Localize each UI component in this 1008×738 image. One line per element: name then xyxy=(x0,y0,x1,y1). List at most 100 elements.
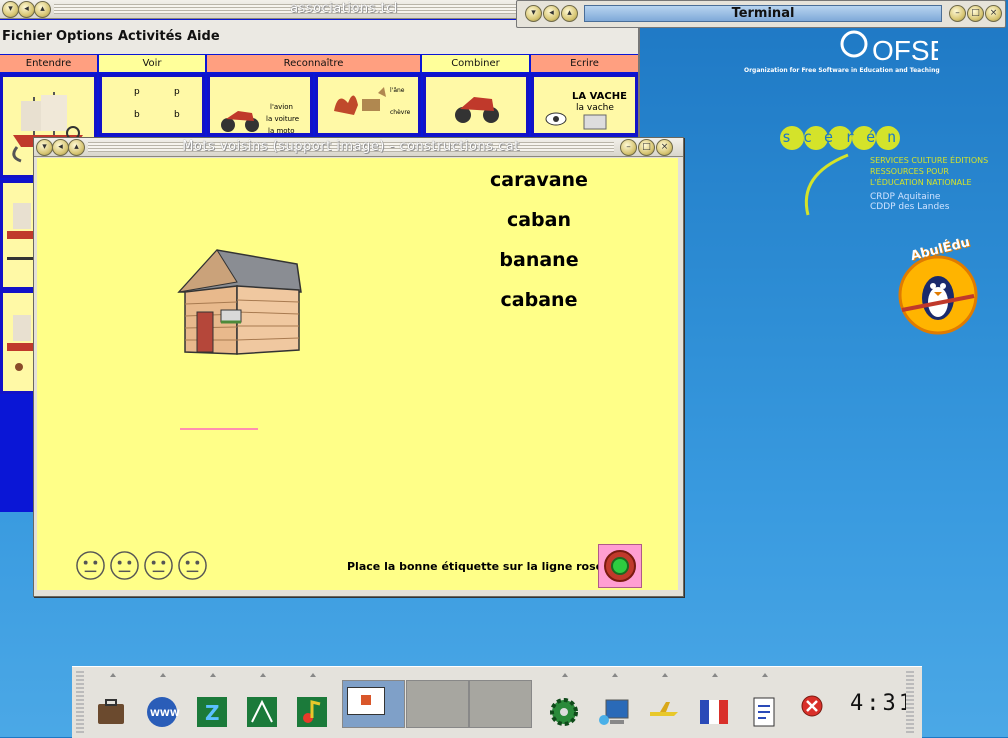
ofset-logo-text: OFSET xyxy=(872,35,938,66)
close-session-icon[interactable] xyxy=(797,691,833,727)
desktop-pager-3[interactable] xyxy=(469,680,532,728)
go-button[interactable] xyxy=(598,544,642,588)
crdp-line: CDDP des Landes xyxy=(870,202,950,212)
card-reconnaitre-vehicles[interactable]: l'avion la voiture la moto xyxy=(207,74,313,136)
pager-app-icon xyxy=(361,695,371,705)
launcher-arrow-icon[interactable] xyxy=(260,673,266,677)
shade-up-icon[interactable]: ▴ xyxy=(68,139,85,156)
instruction-text: Place la bonne étiquette sur la ligne ro… xyxy=(347,560,608,573)
tool-arrow-icon[interactable] xyxy=(612,673,618,677)
svg-text:Z: Z xyxy=(205,701,220,725)
panel-handle[interactable] xyxy=(76,671,84,733)
launcher-arrow-icon[interactable] xyxy=(160,673,166,677)
card-combiner[interactable] xyxy=(423,74,529,136)
taskbar: WWW Z 4:31 xyxy=(72,666,922,738)
card-reconnaitre-animals[interactable]: l'âne chèvre xyxy=(315,74,421,136)
tool-arrow-icon[interactable] xyxy=(562,673,568,677)
maximize-icon[interactable]: □ xyxy=(638,139,655,156)
network-computer-icon[interactable] xyxy=(596,694,632,730)
gear-icon[interactable] xyxy=(546,694,582,730)
dialog-title: Mots voisins (support image) - construct… xyxy=(182,139,520,154)
ofset-logo-mark: OFSET xyxy=(840,30,965,66)
menu-down-icon[interactable]: ▾ xyxy=(36,139,53,156)
shade-up-icon[interactable]: ▴ xyxy=(34,1,51,18)
ofset-tagline: Organization for Free Software in Educat… xyxy=(744,67,940,74)
menu-activites[interactable]: Activités xyxy=(118,29,182,44)
back-icon[interactable]: ◂ xyxy=(543,5,560,22)
back-icon[interactable]: ◂ xyxy=(18,1,35,18)
farm-animals-icon xyxy=(334,87,386,115)
card-left-3[interactable] xyxy=(0,290,36,394)
terminal-title: Terminal xyxy=(584,5,942,22)
traffic-light-icon xyxy=(604,550,636,582)
vehicle-label: l'avion xyxy=(270,103,293,111)
svg-text:WWW: WWW xyxy=(150,709,180,719)
word-label[interactable]: banane xyxy=(464,249,614,271)
tab-reconnaitre[interactable]: Reconnaître xyxy=(207,55,420,72)
abuledu-logo: AbulÉdu xyxy=(898,235,978,336)
tool-arrow-icon[interactable] xyxy=(762,673,768,677)
graphics-icon[interactable] xyxy=(244,694,280,730)
launcher-arrow-icon[interactable] xyxy=(310,673,316,677)
exercise-area: caravane caban banane cabane Place la bo… xyxy=(37,158,678,590)
sceren-line: L'ÉDUCATION NATIONALE xyxy=(870,178,972,187)
dialog-titlebar[interactable]: ▾ ◂ ▴ Mots voisins (support image) - con… xyxy=(34,138,683,157)
tool-arrow-icon[interactable] xyxy=(662,673,668,677)
launcher-arrow-icon[interactable] xyxy=(110,673,116,677)
music-icon[interactable] xyxy=(294,694,330,730)
voir-letter: b xyxy=(174,110,180,120)
sceren-line: SERVICES CULTURE ÉDITIONS xyxy=(870,156,989,165)
voir-letter: b xyxy=(134,110,140,120)
ofset-logo: OFSET xyxy=(838,24,965,68)
menu-options[interactable]: Options xyxy=(56,29,113,44)
neutral-face-icon xyxy=(178,551,207,580)
crdp-line: CRDP Aquitaine xyxy=(870,192,941,202)
mots-voisins-window: ▾ ◂ ▴ Mots voisins (support image) - con… xyxy=(33,137,684,597)
tool-arrow-icon[interactable] xyxy=(712,673,718,677)
document-icon[interactable] xyxy=(746,694,782,730)
tab-voir[interactable]: Voir xyxy=(99,55,205,72)
vehicle-label: la voiture xyxy=(266,115,300,123)
neutral-face-icon xyxy=(110,551,139,580)
tab-combiner[interactable]: Combiner xyxy=(422,55,529,72)
card-voir[interactable]: p p b b xyxy=(99,74,205,136)
menu-fichier[interactable]: Fichier xyxy=(2,29,52,44)
flag-icon[interactable] xyxy=(696,694,732,730)
shade-up-icon[interactable]: ▴ xyxy=(561,5,578,22)
tab-ecrire[interactable]: Ecrire xyxy=(531,55,638,72)
close-icon[interactable]: × xyxy=(985,5,1002,22)
maximize-icon[interactable]: □ xyxy=(967,5,984,22)
vehicle-label: la moto xyxy=(268,127,295,135)
minimize-icon[interactable]: – xyxy=(620,139,637,156)
word-label[interactable]: cabane xyxy=(464,289,614,311)
menu-aide[interactable]: Aide xyxy=(187,29,220,44)
motorbike-icon xyxy=(455,97,499,123)
menu-down-icon[interactable]: ▾ xyxy=(2,1,19,18)
close-icon[interactable]: × xyxy=(656,139,673,156)
back-icon[interactable]: ◂ xyxy=(52,139,69,156)
neutral-face-icon xyxy=(76,551,105,580)
menu-down-icon[interactable]: ▾ xyxy=(525,5,542,22)
animal-label: l'âne xyxy=(390,87,405,94)
card-ecrire[interactable]: LA VACHE la vache xyxy=(531,74,638,136)
crdp-lines: CRDP Aquitaine CDDP des Landes xyxy=(870,192,949,212)
panel-handle[interactable] xyxy=(906,671,914,733)
neutral-face-icon xyxy=(144,551,173,580)
launcher-arrow-icon[interactable] xyxy=(210,673,216,677)
tab-entendre[interactable]: Entendre xyxy=(0,55,97,72)
desktop-pager-2[interactable] xyxy=(406,680,469,728)
briefcase-icon[interactable] xyxy=(94,694,130,730)
pink-target-line[interactable] xyxy=(180,428,258,430)
www-globe-icon[interactable]: WWW xyxy=(144,694,180,730)
desktop-pager-1[interactable] xyxy=(342,680,405,728)
writer-icon[interactable]: Z xyxy=(194,694,230,730)
word-label[interactable]: caravane xyxy=(464,169,614,191)
airplane-icon[interactable] xyxy=(646,694,682,730)
eye-cow-icon xyxy=(545,112,607,130)
card-left-2[interactable] xyxy=(0,180,36,290)
voir-letter: p xyxy=(174,87,180,97)
sceren-letters: scérén xyxy=(782,128,909,146)
word-label[interactable]: caban xyxy=(464,209,614,231)
sceren-line: RESSOURCES POUR xyxy=(870,167,949,176)
minimize-icon[interactable]: – xyxy=(949,5,966,22)
